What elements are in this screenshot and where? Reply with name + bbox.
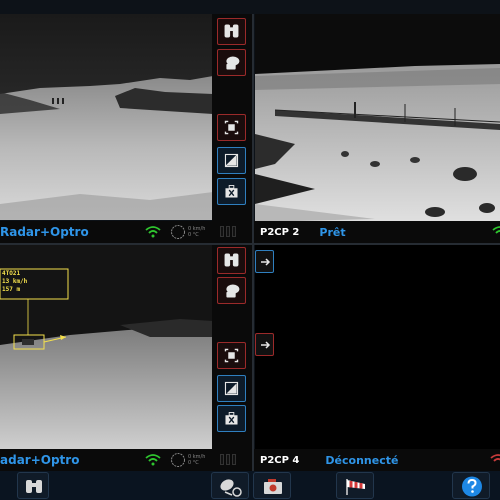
binoculars-icon — [224, 253, 239, 267]
target-speed: 13 km/h — [2, 278, 28, 285]
status-bar-1: Radar+Optro 0 km/h 0 °C — [0, 221, 252, 243]
speed-indicator: 0 km/h 0 °C — [170, 224, 205, 240]
camera-ptz-icon — [226, 56, 240, 70]
wifi-icon — [145, 454, 161, 466]
speed-indicator: 0 km/h 0 °C — [170, 452, 205, 468]
status-bar-3: adar+Optro 0 km/h 0 °C — [0, 449, 252, 471]
camera-state: Prêt — [319, 225, 346, 239]
toolbox-icon — [225, 185, 238, 198]
satellite-dish-icon — [220, 479, 242, 497]
ptz-camera-button[interactable] — [217, 277, 246, 304]
arrow-right-icon — [261, 258, 271, 266]
camera-toolbar-3 — [212, 245, 252, 449]
camera-view-4[interactable] — [255, 245, 500, 449]
binoculars-button[interactable] — [217, 247, 246, 274]
wifi-icon — [145, 226, 161, 238]
arrow-right-icon — [261, 341, 271, 349]
binoculars-icon — [224, 24, 239, 38]
camera-toolbar-1 — [212, 14, 252, 221]
fullscreen-icon — [224, 120, 239, 135]
satellite-dish-button[interactable] — [211, 472, 249, 499]
fullscreen-button[interactable] — [217, 114, 246, 141]
compass-icon — [171, 225, 185, 239]
expand-arrow-button[interactable] — [255, 333, 274, 356]
binoculars-button[interactable] — [217, 18, 246, 45]
fullscreen-button[interactable] — [217, 342, 246, 369]
image-settings-button[interactable] — [217, 375, 246, 402]
expand-arrow-button[interactable] — [255, 250, 274, 273]
temperature-value: 0 °C — [188, 460, 199, 466]
fullscreen-icon — [224, 348, 239, 363]
camera-image-2 — [255, 14, 500, 222]
target-id: 4TO21 — [2, 270, 21, 277]
image-settings-button[interactable] — [217, 147, 246, 174]
video-wall: 4TO21 13 km/h 157 m Radar+Optro 0 km/h 0… — [0, 0, 500, 500]
camera-image-1 — [0, 14, 213, 220]
wifi-icon — [492, 226, 500, 234]
toolbox-icon — [225, 412, 238, 425]
camera-view-3[interactable]: 4TO21 13 km/h 157 m — [0, 245, 213, 449]
temperature-value: 0 °C — [188, 232, 199, 238]
compass-icon — [171, 453, 185, 467]
mode-label: Radar+Optro — [0, 225, 89, 239]
camera-image-3 — [0, 245, 213, 449]
bottom-toolbar — [0, 471, 500, 500]
toolbox-button[interactable] — [217, 405, 246, 432]
camera-record-button[interactable] — [253, 472, 291, 499]
camera-view-1[interactable] — [0, 14, 213, 220]
wifi-off-icon — [490, 454, 500, 462]
camera-state: Déconnecté — [325, 453, 399, 467]
signal-bars — [220, 226, 236, 237]
camera-name: P2CP 4 — [260, 454, 300, 466]
binoculars-button[interactable] — [17, 472, 49, 499]
binoculars-icon — [26, 480, 42, 493]
mode-label: adar+Optro — [0, 453, 80, 467]
help-button[interactable] — [452, 472, 490, 499]
target-distance: 157 m — [2, 286, 21, 293]
status-bar-4: P2CP 4 Déconnecté — [254, 449, 500, 471]
camera-record-icon — [264, 479, 282, 494]
ptz-camera-button[interactable] — [217, 49, 246, 76]
camera-name: P2CP 2 — [260, 226, 300, 238]
windsock-button[interactable] — [336, 472, 374, 499]
toolbox-button[interactable] — [217, 178, 246, 205]
image-settings-icon — [224, 153, 239, 168]
status-bar-2: P2CP 2 Prêt — [254, 221, 500, 243]
image-settings-icon — [224, 381, 239, 396]
camera-ptz-icon — [226, 284, 240, 298]
camera-view-2[interactable] — [255, 14, 500, 222]
signal-bars — [220, 454, 236, 465]
help-icon — [462, 476, 482, 497]
windsock-icon — [346, 479, 365, 495]
